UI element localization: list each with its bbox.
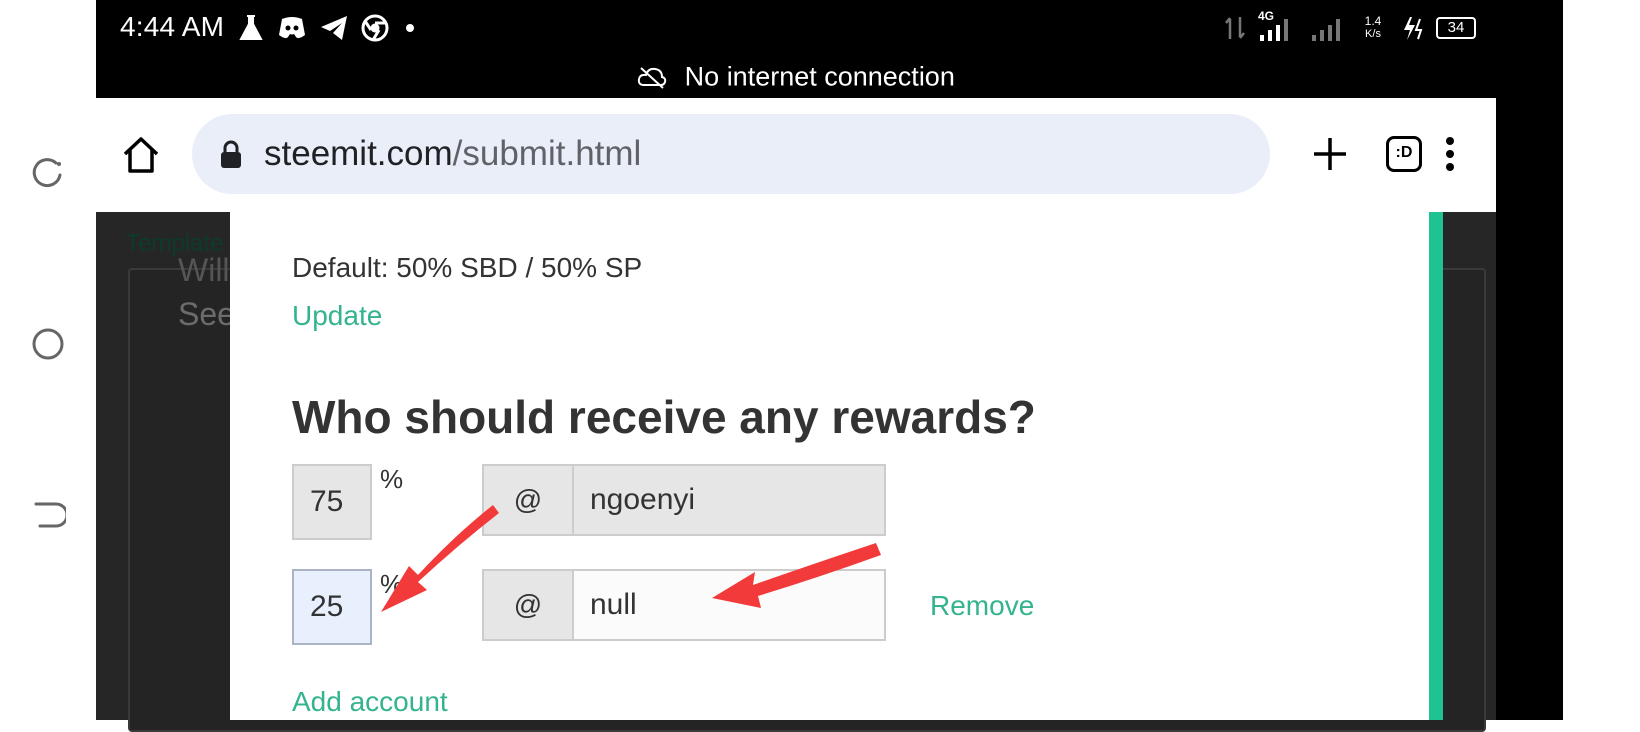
status-time: 4:44 AM <box>120 11 225 42</box>
payout-default-text: Default: 50% SBD / 50% SP <box>292 252 643 283</box>
signal-4g: 4G <box>1256 9 1300 43</box>
notification-icons <box>236 12 420 44</box>
address-bar[interactable]: steemit.com/submit.html <box>192 114 1270 194</box>
modal-scroll-edge <box>1429 212 1443 720</box>
net-speed: 1.4 K/s <box>1364 14 1382 41</box>
cloud-off-icon <box>638 67 667 89</box>
dot-icon <box>406 24 414 32</box>
network-banner-text: No internet connection <box>684 61 955 92</box>
home-nav-icon[interactable] <box>30 326 66 362</box>
tab-switcher-label: :D <box>1395 144 1413 161</box>
right-margin <box>1563 0 1640 720</box>
chrome-icon <box>361 14 389 42</box>
percent-sign: % <box>380 464 404 494</box>
beneficiary-username-input[interactable]: null <box>572 569 886 641</box>
beneficiary-percent-input: 75 <box>292 464 372 540</box>
discord-icon <box>279 17 305 39</box>
charging-icon <box>1404 17 1423 40</box>
url-path: /submit.html <box>452 134 642 173</box>
system-nav-bar <box>0 0 96 720</box>
home-icon[interactable] <box>120 134 162 176</box>
beneficiary-percent-input[interactable]: 25 <box>292 569 372 645</box>
new-tab-icon[interactable] <box>1308 132 1352 176</box>
network-banner: No internet connection <box>96 60 1496 96</box>
percent-sign: % <box>380 569 404 599</box>
add-account-link[interactable]: Add account <box>292 686 448 718</box>
recents-icon[interactable] <box>30 155 66 191</box>
flask-icon <box>239 15 263 40</box>
back-nav-icon[interactable] <box>30 498 66 534</box>
advanced-settings-modal: Default: 50% SBD / 50% SP Update Who sho… <box>230 212 1429 720</box>
more-menu-icon[interactable] <box>1428 132 1472 176</box>
url-text[interactable]: steemit.com/submit.html <box>264 134 641 174</box>
battery-icon: 34 <box>1436 17 1476 39</box>
status-indicators: 4G 1.4 K/s 34 <box>1224 9 1476 44</box>
tab-switcher-button[interactable]: :D <box>1386 136 1422 172</box>
browser-toolbar: steemit.com/submit.html :D <box>96 98 1496 213</box>
url-host: steemit.com <box>264 134 453 173</box>
dark-edge <box>1496 0 1563 720</box>
signal-bars-2-icon <box>1312 19 1340 41</box>
status-bar: 4:44 AM 4G 1.4 K/s 34 No internet connec… <box>96 0 1496 98</box>
beneficiaries-heading: Who should receive any rewards? <box>292 391 1036 443</box>
at-prefix: @ <box>482 569 574 641</box>
lock-icon[interactable] <box>218 140 244 170</box>
at-prefix: @ <box>482 464 574 536</box>
remove-beneficiary-link[interactable]: Remove <box>930 590 1034 622</box>
telegram-icon <box>321 16 347 40</box>
data-arrows-icon <box>1225 17 1245 39</box>
beneficiary-username-input: ngoenyi <box>572 464 886 536</box>
update-link[interactable]: Update <box>292 300 382 332</box>
